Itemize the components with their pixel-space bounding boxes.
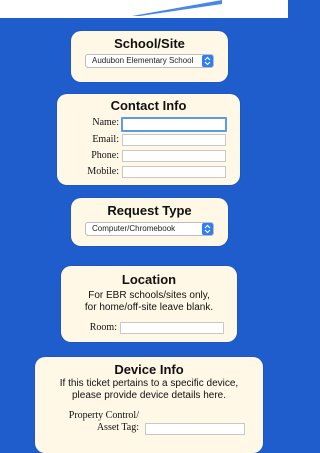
request-type-selected-value: Computer/Chromebook	[92, 224, 176, 233]
school-site-select[interactable]: Audubon Elementary School	[85, 54, 214, 68]
name-label: Name:	[92, 117, 119, 128]
phone-field[interactable]	[122, 150, 226, 162]
email-field[interactable]	[122, 134, 226, 146]
location-title: Location	[121, 272, 177, 287]
mobile-label: Mobile:	[87, 166, 119, 177]
room-label: Room:	[89, 322, 117, 333]
email-label: Email:	[92, 134, 119, 145]
location-card: Location For EBR schools/sites only, for…	[61, 266, 237, 342]
device-info-instruction-line-2: please provide device details here.	[72, 390, 226, 401]
school-site-selected-value: Audubon Elementary School	[92, 56, 194, 65]
school-site-title: School/Site	[114, 36, 185, 51]
name-field[interactable]	[121, 117, 227, 132]
mobile-field[interactable]	[122, 166, 226, 178]
property-control-label-line-1: Property Control/	[68, 410, 139, 421]
school-site-card: School/Site Audubon Elementary School	[71, 31, 228, 82]
header-swoosh-graphic	[132, 0, 222, 16]
select-arrows-icon	[202, 55, 213, 67]
property-control-label-line-2: Asset Tag:	[96, 422, 139, 433]
phone-label: Phone:	[91, 150, 119, 161]
device-info-instruction-line-1: If this ticket pertains to a specific de…	[59, 378, 239, 389]
device-info-card: Device Info If this ticket pertains to a…	[35, 357, 263, 453]
asset-tag-field[interactable]	[145, 423, 245, 435]
room-field[interactable]	[120, 322, 224, 334]
contact-info-card: Contact Info Name: Email: Phone: Mobile:	[57, 94, 240, 185]
contact-info-title: Contact Info	[110, 98, 187, 113]
device-info-title: Device Info	[114, 362, 184, 377]
request-type-title: Request Type	[107, 203, 192, 218]
request-type-select[interactable]: Computer/Chromebook	[85, 222, 214, 236]
location-instruction-line-2: for home/off-site leave blank.	[84, 302, 214, 313]
request-type-card: Request Type Computer/Chromebook	[71, 198, 228, 246]
location-instruction-line-1: For EBR schools/sites only,	[88, 290, 210, 301]
select-arrows-icon	[202, 223, 213, 235]
